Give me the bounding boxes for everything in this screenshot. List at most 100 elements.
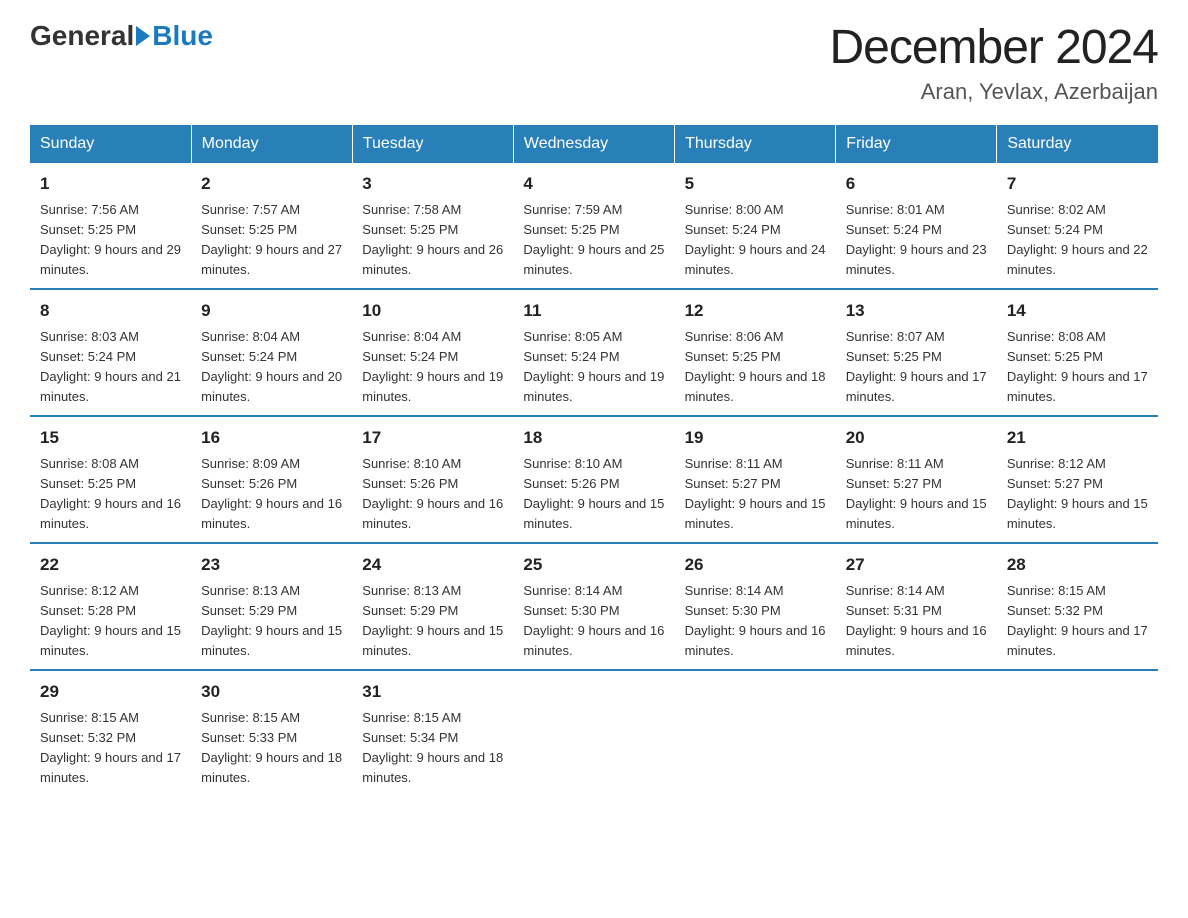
calendar-cell: 18 Sunrise: 8:10 AM Sunset: 5:26 PM Dayl… [513, 416, 674, 543]
day-info: Sunrise: 8:06 AM Sunset: 5:25 PM Dayligh… [685, 327, 826, 408]
day-number: 7 [1007, 171, 1148, 197]
calendar-cell: 2 Sunrise: 7:57 AM Sunset: 5:25 PM Dayli… [191, 163, 352, 289]
calendar-cell: 3 Sunrise: 7:58 AM Sunset: 5:25 PM Dayli… [352, 163, 513, 289]
day-info: Sunrise: 8:15 AM Sunset: 5:32 PM Dayligh… [40, 708, 181, 789]
calendar-header: SundayMondayTuesdayWednesdayThursdayFrid… [30, 125, 1158, 163]
calendar-cell: 30 Sunrise: 8:15 AM Sunset: 5:33 PM Dayl… [191, 670, 352, 796]
day-info: Sunrise: 8:13 AM Sunset: 5:29 PM Dayligh… [201, 581, 342, 662]
day-number: 22 [40, 552, 181, 578]
weekday-header-tuesday: Tuesday [352, 125, 513, 163]
day-number: 23 [201, 552, 342, 578]
day-info: Sunrise: 8:12 AM Sunset: 5:28 PM Dayligh… [40, 581, 181, 662]
day-info: Sunrise: 8:01 AM Sunset: 5:24 PM Dayligh… [846, 200, 987, 281]
day-info: Sunrise: 7:59 AM Sunset: 5:25 PM Dayligh… [523, 200, 664, 281]
calendar-cell: 17 Sunrise: 8:10 AM Sunset: 5:26 PM Dayl… [352, 416, 513, 543]
calendar-week-row: 29 Sunrise: 8:15 AM Sunset: 5:32 PM Dayl… [30, 670, 1158, 796]
weekday-header-row: SundayMondayTuesdayWednesdayThursdayFrid… [30, 125, 1158, 163]
calendar-week-row: 8 Sunrise: 8:03 AM Sunset: 5:24 PM Dayli… [30, 289, 1158, 416]
day-number: 24 [362, 552, 503, 578]
calendar-cell: 26 Sunrise: 8:14 AM Sunset: 5:30 PM Dayl… [675, 543, 836, 670]
day-info: Sunrise: 8:09 AM Sunset: 5:26 PM Dayligh… [201, 454, 342, 535]
day-info: Sunrise: 8:15 AM Sunset: 5:33 PM Dayligh… [201, 708, 342, 789]
calendar-cell: 14 Sunrise: 8:08 AM Sunset: 5:25 PM Dayl… [997, 289, 1158, 416]
calendar-cell: 31 Sunrise: 8:15 AM Sunset: 5:34 PM Dayl… [352, 670, 513, 796]
calendar-cell [836, 670, 997, 796]
calendar-cell: 21 Sunrise: 8:12 AM Sunset: 5:27 PM Dayl… [997, 416, 1158, 543]
calendar-cell: 27 Sunrise: 8:14 AM Sunset: 5:31 PM Dayl… [836, 543, 997, 670]
day-info: Sunrise: 8:11 AM Sunset: 5:27 PM Dayligh… [685, 454, 826, 535]
weekday-header-saturday: Saturday [997, 125, 1158, 163]
day-number: 27 [846, 552, 987, 578]
day-number: 21 [1007, 425, 1148, 451]
day-number: 15 [40, 425, 181, 451]
calendar-cell: 24 Sunrise: 8:13 AM Sunset: 5:29 PM Dayl… [352, 543, 513, 670]
day-number: 26 [685, 552, 826, 578]
day-number: 8 [40, 298, 181, 324]
day-number: 25 [523, 552, 664, 578]
day-number: 28 [1007, 552, 1148, 578]
weekday-header-thursday: Thursday [675, 125, 836, 163]
day-info: Sunrise: 8:03 AM Sunset: 5:24 PM Dayligh… [40, 327, 181, 408]
calendar-cell: 16 Sunrise: 8:09 AM Sunset: 5:26 PM Dayl… [191, 416, 352, 543]
calendar-cell: 23 Sunrise: 8:13 AM Sunset: 5:29 PM Dayl… [191, 543, 352, 670]
calendar-cell [675, 670, 836, 796]
calendar-cell: 20 Sunrise: 8:11 AM Sunset: 5:27 PM Dayl… [836, 416, 997, 543]
day-number: 29 [40, 679, 181, 705]
day-info: Sunrise: 7:58 AM Sunset: 5:25 PM Dayligh… [362, 200, 503, 281]
calendar-cell: 29 Sunrise: 8:15 AM Sunset: 5:32 PM Dayl… [30, 670, 191, 796]
calendar-cell: 7 Sunrise: 8:02 AM Sunset: 5:24 PM Dayli… [997, 163, 1158, 289]
day-number: 3 [362, 171, 503, 197]
day-number: 5 [685, 171, 826, 197]
day-info: Sunrise: 7:56 AM Sunset: 5:25 PM Dayligh… [40, 200, 181, 281]
calendar-cell: 1 Sunrise: 7:56 AM Sunset: 5:25 PM Dayli… [30, 163, 191, 289]
day-info: Sunrise: 8:10 AM Sunset: 5:26 PM Dayligh… [362, 454, 503, 535]
calendar-cell [997, 670, 1158, 796]
weekday-header-sunday: Sunday [30, 125, 191, 163]
day-info: Sunrise: 8:11 AM Sunset: 5:27 PM Dayligh… [846, 454, 987, 535]
day-number: 2 [201, 171, 342, 197]
day-info: Sunrise: 8:00 AM Sunset: 5:24 PM Dayligh… [685, 200, 826, 281]
day-number: 13 [846, 298, 987, 324]
calendar-cell: 25 Sunrise: 8:14 AM Sunset: 5:30 PM Dayl… [513, 543, 674, 670]
day-info: Sunrise: 8:15 AM Sunset: 5:34 PM Dayligh… [362, 708, 503, 789]
day-number: 10 [362, 298, 503, 324]
day-info: Sunrise: 8:10 AM Sunset: 5:26 PM Dayligh… [523, 454, 664, 535]
day-number: 12 [685, 298, 826, 324]
weekday-header-wednesday: Wednesday [513, 125, 674, 163]
day-info: Sunrise: 8:12 AM Sunset: 5:27 PM Dayligh… [1007, 454, 1148, 535]
day-info: Sunrise: 8:07 AM Sunset: 5:25 PM Dayligh… [846, 327, 987, 408]
calendar-week-row: 22 Sunrise: 8:12 AM Sunset: 5:28 PM Dayl… [30, 543, 1158, 670]
title-block: December 2024 Aran, Yevlax, Azerbaijan [829, 20, 1158, 105]
day-info: Sunrise: 8:13 AM Sunset: 5:29 PM Dayligh… [362, 581, 503, 662]
day-info: Sunrise: 8:04 AM Sunset: 5:24 PM Dayligh… [362, 327, 503, 408]
calendar-cell: 4 Sunrise: 7:59 AM Sunset: 5:25 PM Dayli… [513, 163, 674, 289]
day-info: Sunrise: 8:14 AM Sunset: 5:30 PM Dayligh… [685, 581, 826, 662]
day-info: Sunrise: 8:15 AM Sunset: 5:32 PM Dayligh… [1007, 581, 1148, 662]
day-info: Sunrise: 8:08 AM Sunset: 5:25 PM Dayligh… [40, 454, 181, 535]
weekday-header-monday: Monday [191, 125, 352, 163]
day-info: Sunrise: 8:08 AM Sunset: 5:25 PM Dayligh… [1007, 327, 1148, 408]
calendar-body: 1 Sunrise: 7:56 AM Sunset: 5:25 PM Dayli… [30, 163, 1158, 796]
day-info: Sunrise: 8:14 AM Sunset: 5:31 PM Dayligh… [846, 581, 987, 662]
calendar-cell: 12 Sunrise: 8:06 AM Sunset: 5:25 PM Dayl… [675, 289, 836, 416]
day-number: 19 [685, 425, 826, 451]
day-number: 17 [362, 425, 503, 451]
calendar-cell: 9 Sunrise: 8:04 AM Sunset: 5:24 PM Dayli… [191, 289, 352, 416]
calendar-cell: 13 Sunrise: 8:07 AM Sunset: 5:25 PM Dayl… [836, 289, 997, 416]
page-header: General Blue December 2024 Aran, Yevlax,… [30, 20, 1158, 105]
calendar-cell: 15 Sunrise: 8:08 AM Sunset: 5:25 PM Dayl… [30, 416, 191, 543]
day-number: 18 [523, 425, 664, 451]
calendar-cell: 11 Sunrise: 8:05 AM Sunset: 5:24 PM Dayl… [513, 289, 674, 416]
calendar-cell: 8 Sunrise: 8:03 AM Sunset: 5:24 PM Dayli… [30, 289, 191, 416]
day-info: Sunrise: 8:05 AM Sunset: 5:24 PM Dayligh… [523, 327, 664, 408]
calendar-cell [513, 670, 674, 796]
month-title: December 2024 [829, 20, 1158, 75]
day-number: 11 [523, 298, 664, 324]
day-number: 14 [1007, 298, 1148, 324]
day-number: 16 [201, 425, 342, 451]
logo-triangle-icon [136, 26, 150, 46]
day-info: Sunrise: 8:02 AM Sunset: 5:24 PM Dayligh… [1007, 200, 1148, 281]
day-info: Sunrise: 7:57 AM Sunset: 5:25 PM Dayligh… [201, 200, 342, 281]
logo-blue-text: Blue [152, 20, 213, 52]
calendar-cell: 10 Sunrise: 8:04 AM Sunset: 5:24 PM Dayl… [352, 289, 513, 416]
